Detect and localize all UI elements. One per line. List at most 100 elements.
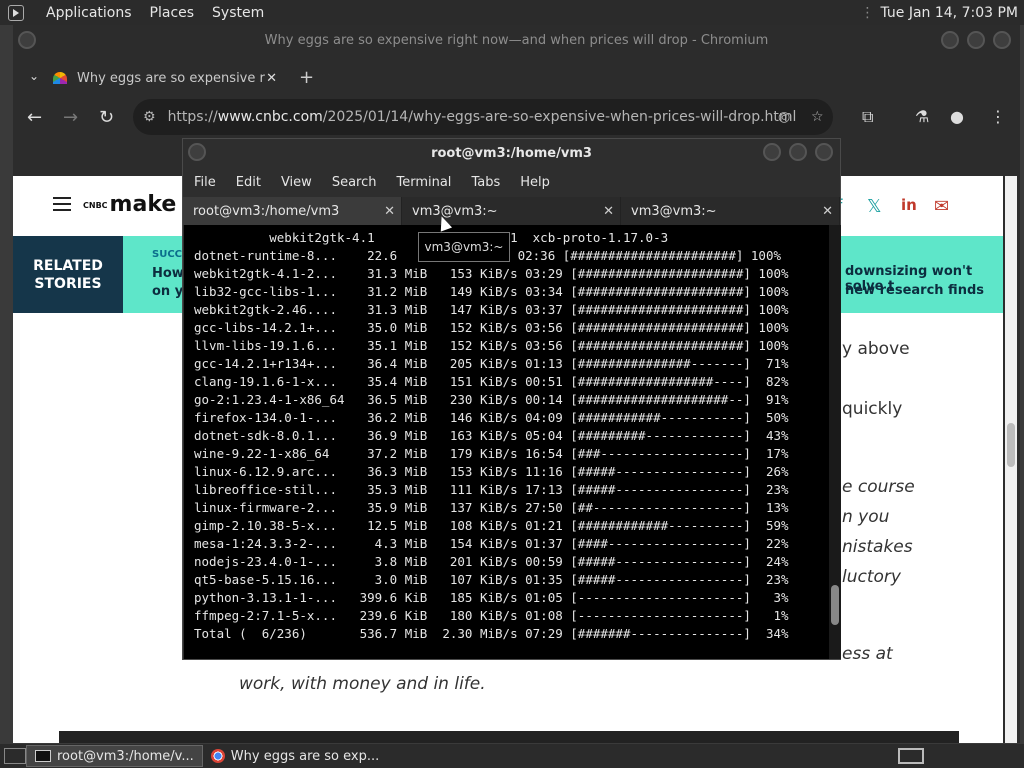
extensions-icon[interactable]: ⧉ bbox=[862, 107, 873, 127]
workspace-switcher[interactable] bbox=[898, 748, 924, 764]
related-right-line2[interactable]: new research finds bbox=[845, 283, 984, 298]
terminal-tab-close-icon[interactable]: ✕ bbox=[822, 204, 833, 219]
labs-flask-icon[interactable]: ⚗ bbox=[915, 107, 929, 126]
terminal-line: qt5-base-5.15.16... 3.0 MiB 107 KiB/s 01… bbox=[194, 572, 789, 587]
hamburger-menu-icon[interactable] bbox=[53, 197, 71, 211]
panel-handle-icon: ⋮ bbox=[860, 4, 875, 21]
linkedin-icon[interactable]: in bbox=[901, 196, 917, 214]
terminal-scrollbar-thumb[interactable] bbox=[831, 585, 839, 625]
window-menu-icon[interactable] bbox=[18, 31, 36, 49]
page-scrollbar[interactable] bbox=[1005, 176, 1017, 743]
tab-close-icon[interactable]: ✕ bbox=[266, 71, 277, 86]
related-left-line2[interactable]: on y bbox=[152, 284, 183, 299]
url-prefix: https:// bbox=[167, 109, 218, 125]
reload-icon[interactable]: ↻ bbox=[99, 107, 114, 128]
profile-icon[interactable]: ● bbox=[950, 107, 964, 126]
article-snippet: ess at bbox=[842, 644, 893, 664]
menu-applications[interactable]: Applications bbox=[46, 5, 132, 21]
bookmark-star-icon[interactable]: ☆ bbox=[811, 109, 824, 125]
chromium-titlebar[interactable]: Why eggs are so expensive right now—and … bbox=[13, 25, 1020, 55]
terminal-maximize-icon[interactable] bbox=[789, 143, 807, 161]
terminal-titlebar[interactable]: root@vm3:/home/vm3 bbox=[183, 139, 840, 167]
menu-file[interactable]: File bbox=[194, 175, 216, 190]
tab-search-chevron-icon[interactable]: ⌄ bbox=[29, 69, 39, 83]
terminal-line: dotnet-sdk-8.0.1... 36.9 MiB 163 KiB/s 0… bbox=[194, 428, 789, 443]
article-snippet: e course bbox=[842, 477, 915, 497]
terminal-line: webkit2gtk-4.1 ine-9.22-1 xcb-proto-1.17… bbox=[269, 230, 669, 245]
terminal-window-menu-icon[interactable] bbox=[188, 143, 206, 161]
new-tab-icon[interactable]: + bbox=[299, 67, 314, 88]
terminal-line: go-2:1.23.4-1-x86_64 36.5 MiB 230 KiB/s … bbox=[194, 392, 789, 407]
menu-tabs[interactable]: Tabs bbox=[471, 175, 500, 190]
terminal-title: root@vm3:/home/vm3 bbox=[431, 145, 592, 161]
terminal-line: python-3.13.1-1-... 399.6 KiB 185 KiB/s … bbox=[194, 590, 789, 605]
terminal-line: mesa-1:24.3.3-2-... 4.3 MiB 154 KiB/s 01… bbox=[194, 536, 789, 551]
forward-icon[interactable]: → bbox=[63, 107, 78, 128]
terminal-line: linux-firmware-2... 35.9 MiB 137 KiB/s 2… bbox=[194, 500, 789, 515]
terminal-close-icon[interactable] bbox=[815, 143, 833, 161]
maximize-icon[interactable] bbox=[967, 31, 985, 49]
x-icon[interactable]: 𝕏 bbox=[867, 196, 882, 217]
terminal-line: lib32-gcc-libs-1... 31.2 MiB 149 KiB/s 0… bbox=[194, 284, 789, 299]
menu-edit[interactable]: Edit bbox=[236, 175, 261, 190]
taskbar-item-terminal[interactable]: root@vm3:/home/v... bbox=[26, 745, 203, 767]
email-icon[interactable]: ✉ bbox=[934, 196, 949, 217]
taskbar-item-label: Why eggs are so exp... bbox=[230, 748, 380, 764]
taskbar-item-label: root@vm3:/home/v... bbox=[57, 748, 194, 764]
eye-off-icon[interactable]: ◎ bbox=[778, 109, 790, 125]
terminal-line: clang-19.1.6-1-x... 35.4 MiB 151 KiB/s 0… bbox=[194, 374, 789, 389]
terminal-minimize-icon[interactable] bbox=[763, 143, 781, 161]
terminal-icon bbox=[35, 750, 51, 762]
close-icon[interactable] bbox=[993, 31, 1011, 49]
terminal-tab-strip: root@vm3:/home/vm3 ✕ vm3@vm3:~ ✕ vm3@vm3… bbox=[183, 197, 840, 225]
related-left-kicker: SUCC bbox=[152, 249, 182, 260]
menu-view[interactable]: View bbox=[281, 175, 312, 190]
terminal-line: nodejs-23.4.0-1-... 3.8 MiB 201 KiB/s 00… bbox=[194, 554, 789, 569]
menu-help[interactable]: Help bbox=[520, 175, 550, 190]
more-menu-icon[interactable]: ⋮ bbox=[990, 107, 1006, 126]
article-snippet: work, with money and in life. bbox=[239, 674, 486, 694]
related-left-line1[interactable]: How bbox=[152, 266, 184, 281]
article-snippet: y above bbox=[842, 339, 910, 359]
terminal-tab-label: vm3@vm3:~ bbox=[631, 203, 717, 219]
terminal-output[interactable]: webkit2gtk-4.1 ine-9.22-1 xcb-proto-1.17… bbox=[184, 225, 829, 659]
terminal-line: ffmpeg-2:7.1-5-x... 239.6 KiB 180 KiB/s … bbox=[194, 608, 789, 623]
terminal-line: firefox-134.0-1-... 36.2 MiB 146 KiB/s 0… bbox=[194, 410, 789, 425]
page-scrollbar-thumb[interactable] bbox=[1007, 423, 1015, 467]
article-snippet: luctory bbox=[842, 567, 901, 587]
terminal-tab-label: root@vm3:/home/vm3 bbox=[193, 203, 340, 219]
back-icon[interactable]: ← bbox=[27, 107, 42, 128]
menu-places[interactable]: Places bbox=[150, 5, 195, 21]
terminal-scrollbar[interactable] bbox=[829, 225, 841, 659]
menu-terminal[interactable]: Terminal bbox=[396, 175, 451, 190]
applications-icon[interactable] bbox=[8, 4, 24, 21]
terminal-line: Total ( 6/236) 536.7 MiB 2.30 MiB/s 07:2… bbox=[194, 626, 789, 641]
show-desktop-icon[interactable] bbox=[4, 748, 26, 764]
menu-search[interactable]: Search bbox=[332, 175, 377, 190]
terminal-tab-vm3-1[interactable]: vm3@vm3:~ ✕ bbox=[402, 197, 621, 225]
clock[interactable]: Tue Jan 14, 7:03 PM bbox=[880, 5, 1018, 21]
terminal-menubar: File Edit View Search Terminal Tabs Help bbox=[183, 167, 840, 197]
minimize-icon[interactable] bbox=[941, 31, 959, 49]
terminal-tab-vm3-2[interactable]: vm3@vm3:~ ✕ bbox=[621, 197, 840, 225]
taskbar-item-chromium[interactable]: Why eggs are so exp... bbox=[203, 745, 387, 767]
site-info-icon[interactable]: ⚙ bbox=[143, 109, 156, 125]
terminal-tab-close-icon[interactable]: ✕ bbox=[384, 204, 395, 219]
tab-title: Why eggs are so expensive r bbox=[77, 70, 265, 86]
terminal-line: dotnet-runtime-8... 22.6 B/s 02:36 [####… bbox=[194, 248, 781, 263]
address-bar[interactable]: ⚙ https://www.cnbc.com/2025/01/14/why-eg… bbox=[133, 99, 833, 135]
url-host: www.cnbc.com bbox=[217, 109, 323, 125]
terminal-tab-label: vm3@vm3:~ bbox=[412, 203, 498, 219]
tab-cnbc-article[interactable]: Why eggs are so expensive r ✕ bbox=[53, 61, 283, 95]
menu-system[interactable]: System bbox=[212, 5, 264, 21]
terminal-line: webkit2gtk-4.1-2... 31.3 MiB 153 KiB/s 0… bbox=[194, 266, 789, 281]
chromium-window-title: Why eggs are so expensive right now—and … bbox=[264, 32, 769, 48]
terminal-tab-close-icon[interactable]: ✕ bbox=[603, 204, 614, 219]
cnbc-logo: CNBC bbox=[83, 200, 108, 210]
toolbar: ← → ↻ ⚙ https://www.cnbc.com/2025/01/14/… bbox=[13, 95, 1020, 141]
tab-tooltip: vm3@vm3:~ bbox=[418, 232, 510, 262]
terminal-tab-root[interactable]: root@vm3:/home/vm3 ✕ bbox=[183, 197, 402, 225]
tab-strip: ⌄ Why eggs are so expensive r ✕ + bbox=[13, 55, 1020, 95]
related-stories-label: RELATED STORIES bbox=[13, 236, 123, 313]
bottom-panel: root@vm3:/home/v... Why eggs are so exp.… bbox=[0, 744, 1024, 768]
